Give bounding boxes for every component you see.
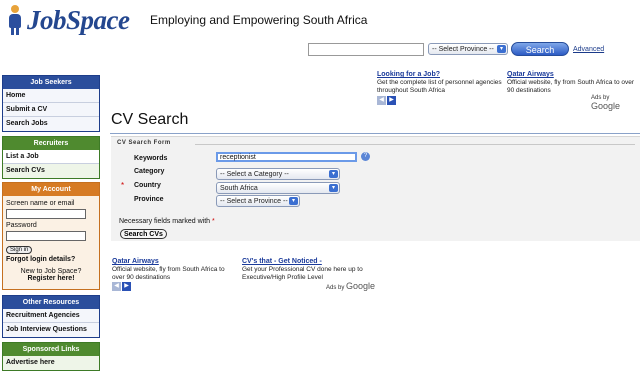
sidebar-item-search-cvs[interactable]: Search CVs bbox=[3, 164, 99, 178]
required-note-mark: * bbox=[211, 218, 215, 225]
sponsored-links-box: Sponsored Links Advertise here bbox=[2, 342, 100, 371]
top-province-select-value: -- Select Province -- bbox=[432, 45, 494, 53]
new-user-prompt: New to Job Space? bbox=[20, 268, 82, 275]
ads-by-label: Ads by bbox=[326, 285, 345, 291]
ad-bottom-1-text: Official website, fly from South Africa … bbox=[112, 266, 225, 281]
recruiters-heading: Recruiters bbox=[3, 137, 99, 150]
person-icon bbox=[6, 5, 24, 35]
top-search-button[interactable]: Search bbox=[511, 42, 569, 56]
cv-search-form: CV Search Form Keywords receptionist ? C… bbox=[111, 136, 640, 241]
logo-text: JobSpace bbox=[27, 4, 130, 35]
register-link[interactable]: Register here! bbox=[6, 275, 96, 282]
sidebar-item-submit-cv[interactable]: Submit a CV bbox=[3, 103, 99, 117]
search-cvs-button[interactable]: Search CVs bbox=[120, 229, 167, 239]
next-arrow-icon[interactable]: ▶ bbox=[387, 96, 396, 105]
ads-by-google-top[interactable]: Ads by Google bbox=[591, 95, 640, 111]
required-note-text: Necessary fields marked with bbox=[119, 218, 211, 225]
ad-top-2-title[interactable]: Qatar Airways bbox=[507, 71, 637, 79]
jobspace-logo[interactable]: JobSpace bbox=[6, 4, 130, 36]
other-resources-heading: Other Resources bbox=[3, 296, 99, 309]
sidebar-item-search-jobs[interactable]: Search Jobs bbox=[3, 117, 99, 131]
tagline: Employing and Empowering South Africa bbox=[150, 13, 368, 27]
password-input[interactable] bbox=[6, 231, 86, 241]
page-title: CV Search bbox=[111, 111, 189, 128]
country-select-value: South Africa bbox=[220, 184, 258, 192]
username-label: Screen name or email bbox=[6, 200, 75, 207]
sidebar-item-recruitment-agencies[interactable]: Recruitment Agencies bbox=[3, 309, 99, 323]
ad-bottom-1-title[interactable]: Qatar Airways bbox=[112, 258, 237, 266]
ad-top-pager: ◀ ▶ bbox=[377, 96, 397, 105]
ad-bottom-2-title[interactable]: CV's that - Get Noticed - bbox=[242, 258, 372, 266]
sidebar-item-advertise[interactable]: Advertise here bbox=[3, 356, 99, 370]
username-input[interactable] bbox=[6, 209, 86, 219]
country-label: Country bbox=[134, 182, 161, 189]
required-note: Necessary fields marked with * bbox=[119, 218, 215, 225]
ad-top-1-title[interactable]: Looking for a Job? bbox=[377, 71, 503, 79]
dropdown-arrow-icon: ▾ bbox=[329, 170, 338, 178]
form-title: CV Search Form bbox=[117, 140, 171, 146]
ad-bottom-2: CV's that - Get Noticed - Get your Profe… bbox=[242, 258, 372, 282]
sidebar-item-home[interactable]: Home bbox=[3, 89, 99, 103]
job-seekers-box: Job Seekers Home Submit a CV Search Jobs bbox=[2, 75, 100, 132]
ad-bottom-2-text: Get your Professional CV done here up to… bbox=[242, 266, 363, 281]
my-account-heading: My Account bbox=[3, 183, 99, 196]
google-brand: Google bbox=[591, 101, 621, 111]
keywords-label: Keywords bbox=[134, 155, 168, 162]
country-select[interactable]: South Africa ▾ bbox=[216, 182, 340, 194]
ad-bottom-1: Qatar Airways Official website, fly from… bbox=[112, 258, 237, 282]
dropdown-arrow-icon: ▾ bbox=[329, 184, 338, 192]
ads-by-google-bottom[interactable]: Ads by Google bbox=[326, 281, 375, 291]
province-select[interactable]: -- Select a Province -- ▾ bbox=[216, 195, 300, 207]
prev-arrow-icon[interactable]: ◀ bbox=[112, 282, 121, 291]
password-label: Password bbox=[6, 222, 37, 229]
advanced-search-link[interactable]: Advanced bbox=[573, 46, 604, 53]
dropdown-arrow-icon: ▾ bbox=[497, 45, 506, 53]
help-icon[interactable]: ? bbox=[361, 152, 370, 161]
dropdown-arrow-icon: ▾ bbox=[289, 197, 298, 205]
other-resources-box: Other Resources Recruitment Agencies Job… bbox=[2, 295, 100, 338]
ad-top-1-text: Get the complete list of personnel agenc… bbox=[377, 79, 502, 94]
my-account-box: My Account Screen name or email Password… bbox=[2, 182, 100, 290]
category-select-value: -- Select a Category -- bbox=[220, 170, 289, 178]
job-seekers-heading: Job Seekers bbox=[3, 76, 99, 89]
next-arrow-icon[interactable]: ▶ bbox=[122, 282, 131, 291]
sponsored-links-heading: Sponsored Links bbox=[3, 343, 99, 356]
category-label: Category bbox=[134, 168, 165, 175]
province-select-value: -- Select a Province -- bbox=[220, 197, 288, 205]
sign-in-button[interactable]: Sign in bbox=[6, 246, 33, 254]
province-label: Province bbox=[134, 196, 164, 203]
top-search-input[interactable] bbox=[308, 42, 424, 56]
prev-arrow-icon[interactable]: ◀ bbox=[377, 96, 386, 105]
required-marker: * bbox=[121, 181, 125, 190]
forgot-login-link[interactable]: Forgot login details? bbox=[6, 256, 96, 263]
google-brand: Google bbox=[346, 281, 376, 291]
title-divider bbox=[110, 133, 640, 134]
ad-top-2: Qatar Airways Official website, fly from… bbox=[507, 71, 637, 95]
ad-top-1: Looking for a Job? Get the complete list… bbox=[377, 71, 503, 95]
ad-top-2-text: Official website, fly from South Africa … bbox=[507, 79, 635, 94]
top-search-bar: -- Select Province -- ▾ Search Advanced bbox=[308, 42, 604, 56]
sidebar-item-list-job[interactable]: List a Job bbox=[3, 150, 99, 164]
recruiters-box: Recruiters List a Job Search CVs bbox=[2, 136, 100, 179]
ad-bottom-pager: ◀ ▶ bbox=[112, 282, 132, 291]
form-title-divider bbox=[195, 144, 635, 145]
top-province-select[interactable]: -- Select Province -- ▾ bbox=[428, 43, 508, 55]
keywords-input[interactable]: receptionist bbox=[216, 152, 357, 162]
sidebar-item-interview-questions[interactable]: Job Interview Questions bbox=[3, 323, 99, 337]
category-select[interactable]: -- Select a Category -- ▾ bbox=[216, 168, 340, 180]
